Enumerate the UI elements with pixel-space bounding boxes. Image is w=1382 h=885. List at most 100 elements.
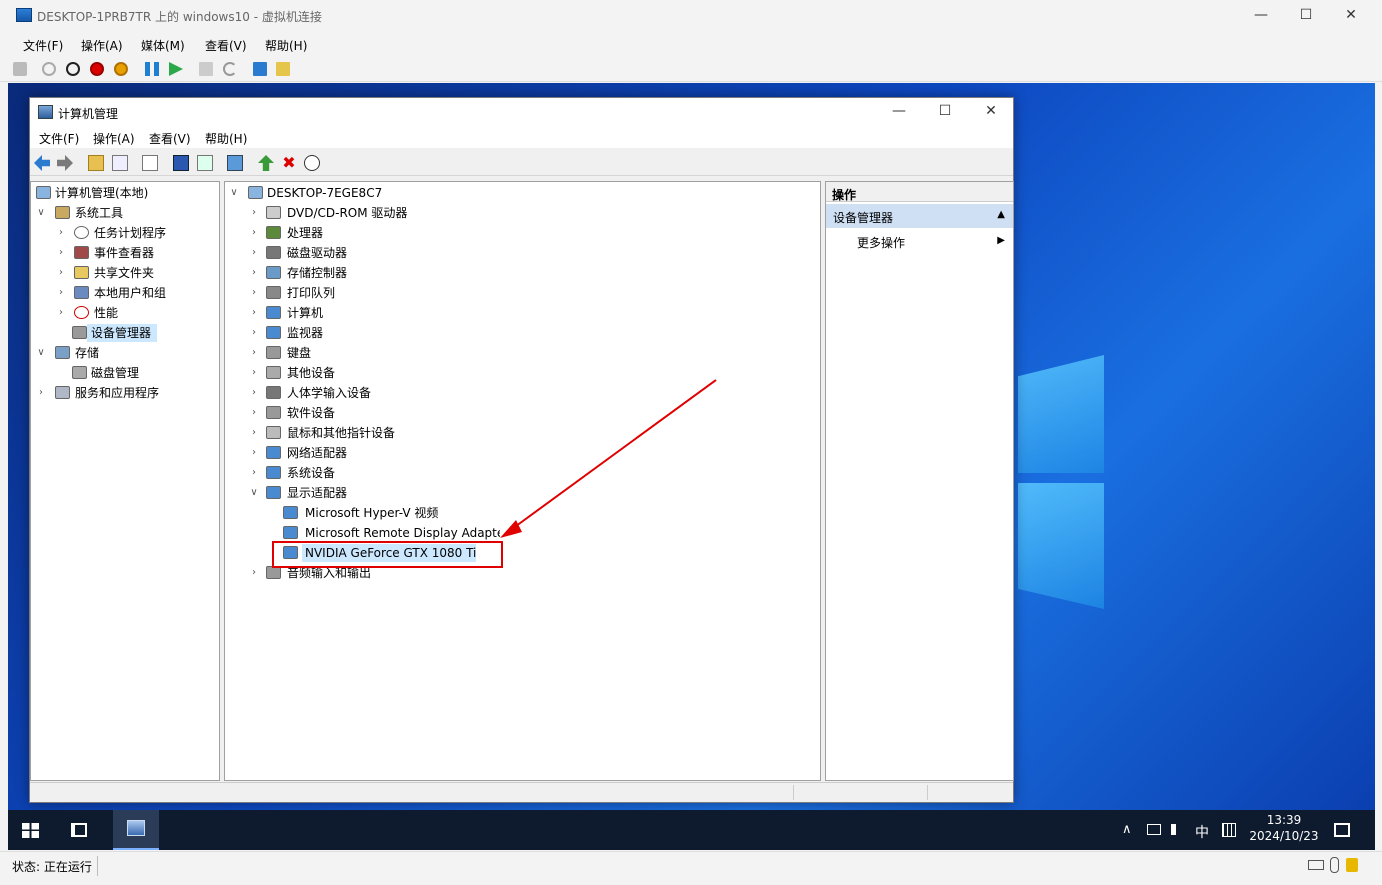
chevron-right-icon[interactable]: › xyxy=(249,323,259,343)
device-category-1[interactable]: › 处理器 xyxy=(249,223,469,243)
start-icon[interactable] xyxy=(42,62,56,76)
share-icon[interactable] xyxy=(276,62,290,76)
task-view-icon[interactable] xyxy=(71,823,87,837)
minimize-button[interactable]: — xyxy=(1238,0,1284,32)
chevron-right-icon[interactable]: › xyxy=(249,283,259,303)
notification-icon[interactable] xyxy=(1334,823,1350,837)
up-folder-icon[interactable] xyxy=(88,155,104,171)
actions-more-actions[interactable]: 更多操作 ▶ xyxy=(826,230,1013,252)
save-state-icon[interactable] xyxy=(114,62,128,76)
menu-file[interactable]: 文件(F) xyxy=(23,37,63,54)
chevron-right-icon[interactable]: › xyxy=(56,223,66,243)
shutdown-icon[interactable] xyxy=(90,62,104,76)
properties-icon[interactable] xyxy=(142,155,158,171)
device-category-7[interactable]: › 键盘 xyxy=(249,343,469,363)
device-category-11[interactable]: › 鼠标和其他指针设备 xyxy=(249,423,469,443)
network-icon[interactable] xyxy=(1147,824,1161,835)
chevron-right-icon[interactable]: › xyxy=(249,243,259,263)
collapse-up-icon[interactable]: ▲ xyxy=(997,209,1005,220)
display-adapter-hyperv[interactable]: Microsoft Hyper-V 视频 xyxy=(280,503,480,523)
ime-indicator[interactable]: 中 xyxy=(1195,822,1209,842)
tree-item-computer-management[interactable]: 计算机管理(本地) xyxy=(34,183,214,203)
ime-mode-icon[interactable] xyxy=(1222,823,1236,837)
ctrl-alt-del-icon[interactable] xyxy=(13,62,27,76)
update-driver-icon[interactable] xyxy=(258,155,274,171)
show-hidden-icons-icon[interactable]: ∧ xyxy=(1122,822,1132,837)
tree-item-shared-folders[interactable]: › 共享文件夹 xyxy=(34,263,214,283)
cm-close-button[interactable]: ✕ xyxy=(968,96,1014,124)
tree-item-event-viewer[interactable]: › 事件查看器 xyxy=(34,243,214,263)
chevron-down-icon[interactable]: ∨ xyxy=(229,183,239,203)
menu-view[interactable]: 查看(V) xyxy=(205,37,247,54)
chevron-right-icon[interactable]: › xyxy=(249,223,259,243)
pause-icon[interactable] xyxy=(145,62,159,76)
menu-help[interactable]: 帮助(H) xyxy=(265,37,307,54)
cm-menu-view[interactable]: 查看(V) xyxy=(149,130,191,147)
help-icon[interactable] xyxy=(173,155,189,171)
cm-menu-file[interactable]: 文件(F) xyxy=(39,130,79,147)
turn-off-icon[interactable] xyxy=(66,62,80,76)
device-category-6[interactable]: › 监视器 xyxy=(249,323,469,343)
device-tree-root[interactable]: ∨ DESKTOP-7EGE8C7 xyxy=(229,183,429,203)
cm-maximize-button[interactable]: ☐ xyxy=(922,96,968,124)
enhanced-session-icon[interactable] xyxy=(253,62,267,76)
revert-icon[interactable] xyxy=(223,62,237,76)
device-category-13[interactable]: › 系统设备 xyxy=(249,463,469,483)
tree-item-storage[interactable]: ∨ 存储 xyxy=(34,343,214,363)
device-category-8[interactable]: › 其他设备 xyxy=(249,363,469,383)
show-hide-tree-icon[interactable] xyxy=(112,155,128,171)
chevron-right-icon[interactable]: › xyxy=(56,243,66,263)
actions-section-device-manager[interactable]: 设备管理器 ▲ xyxy=(826,204,1013,228)
disable-device-icon[interactable] xyxy=(304,155,320,171)
device-category-5[interactable]: › 计算机 xyxy=(249,303,469,323)
chevron-right-icon[interactable]: › xyxy=(249,303,259,323)
taskbar-clock[interactable]: 13:39 2024/10/23 xyxy=(1248,813,1320,843)
cm-minimize-button[interactable]: — xyxy=(876,96,922,124)
device-category-12[interactable]: › 网络适配器 xyxy=(249,443,469,463)
tree-item-local-users[interactable]: › 本地用户和组 xyxy=(34,283,214,303)
volume-icon[interactable] xyxy=(1171,824,1185,835)
show-action-pane-icon[interactable] xyxy=(197,155,213,171)
back-arrow-icon[interactable] xyxy=(34,155,50,171)
chevron-right-icon[interactable]: › xyxy=(56,303,66,323)
chevron-down-icon[interactable]: ∨ xyxy=(249,483,259,503)
checkpoint-icon[interactable] xyxy=(199,62,213,76)
chevron-right-icon[interactable]: › xyxy=(56,283,66,303)
taskbar-app-computer-management[interactable] xyxy=(113,810,159,850)
tree-item-device-manager[interactable]: 设备管理器 xyxy=(69,323,157,343)
resume-icon[interactable] xyxy=(169,62,183,76)
chevron-right-icon[interactable]: › xyxy=(249,403,259,423)
menu-media[interactable]: 媒体(M) xyxy=(141,37,185,54)
chevron-right-icon[interactable]: › xyxy=(249,343,259,363)
tree-item-disk-management[interactable]: 磁盘管理 xyxy=(69,363,209,383)
device-category-10[interactable]: › 软件设备 xyxy=(249,403,469,423)
device-category-9[interactable]: › 人体学输入设备 xyxy=(249,383,469,403)
device-category-3[interactable]: › 存储控制器 xyxy=(249,263,469,283)
tree-item-task-scheduler[interactable]: › 任务计划程序 xyxy=(34,223,214,243)
tree-item-system-tools[interactable]: ∨ 系统工具 xyxy=(34,203,214,223)
chevron-right-icon[interactable]: › xyxy=(249,423,259,443)
chevron-right-icon[interactable]: › xyxy=(249,263,259,283)
device-category-0[interactable]: › DVD/CD-ROM 驱动器 xyxy=(249,203,469,223)
chevron-down-icon[interactable]: ∨ xyxy=(36,343,46,363)
close-button[interactable]: ✕ xyxy=(1328,0,1374,32)
display-adapter-remote[interactable]: Microsoft Remote Display Adapter xyxy=(280,523,500,543)
chevron-right-icon[interactable]: › xyxy=(36,383,46,403)
forward-arrow-icon[interactable] xyxy=(57,155,73,171)
maximize-button[interactable]: ☐ xyxy=(1283,0,1329,32)
tree-item-services-apps[interactable]: › 服务和应用程序 xyxy=(34,383,214,403)
chevron-right-icon[interactable]: › xyxy=(249,443,259,463)
chevron-right-icon[interactable]: › xyxy=(249,203,259,223)
uninstall-device-icon[interactable]: ✖ xyxy=(281,155,297,171)
device-category-2[interactable]: › 磁盘驱动器 xyxy=(249,243,469,263)
scan-hardware-icon[interactable] xyxy=(227,155,243,171)
device-category-14[interactable]: ∨ 显示适配器 xyxy=(249,483,469,503)
chevron-right-icon[interactable]: › xyxy=(56,263,66,283)
cm-menu-help[interactable]: 帮助(H) xyxy=(205,130,247,147)
cm-menu-action[interactable]: 操作(A) xyxy=(93,130,135,147)
chevron-right-icon[interactable]: › xyxy=(249,563,259,583)
chevron-down-icon[interactable]: ∨ xyxy=(36,203,46,223)
tree-item-performance[interactable]: › 性能 xyxy=(34,303,214,323)
device-category-4[interactable]: › 打印队列 xyxy=(249,283,469,303)
chevron-right-icon[interactable]: › xyxy=(249,383,259,403)
